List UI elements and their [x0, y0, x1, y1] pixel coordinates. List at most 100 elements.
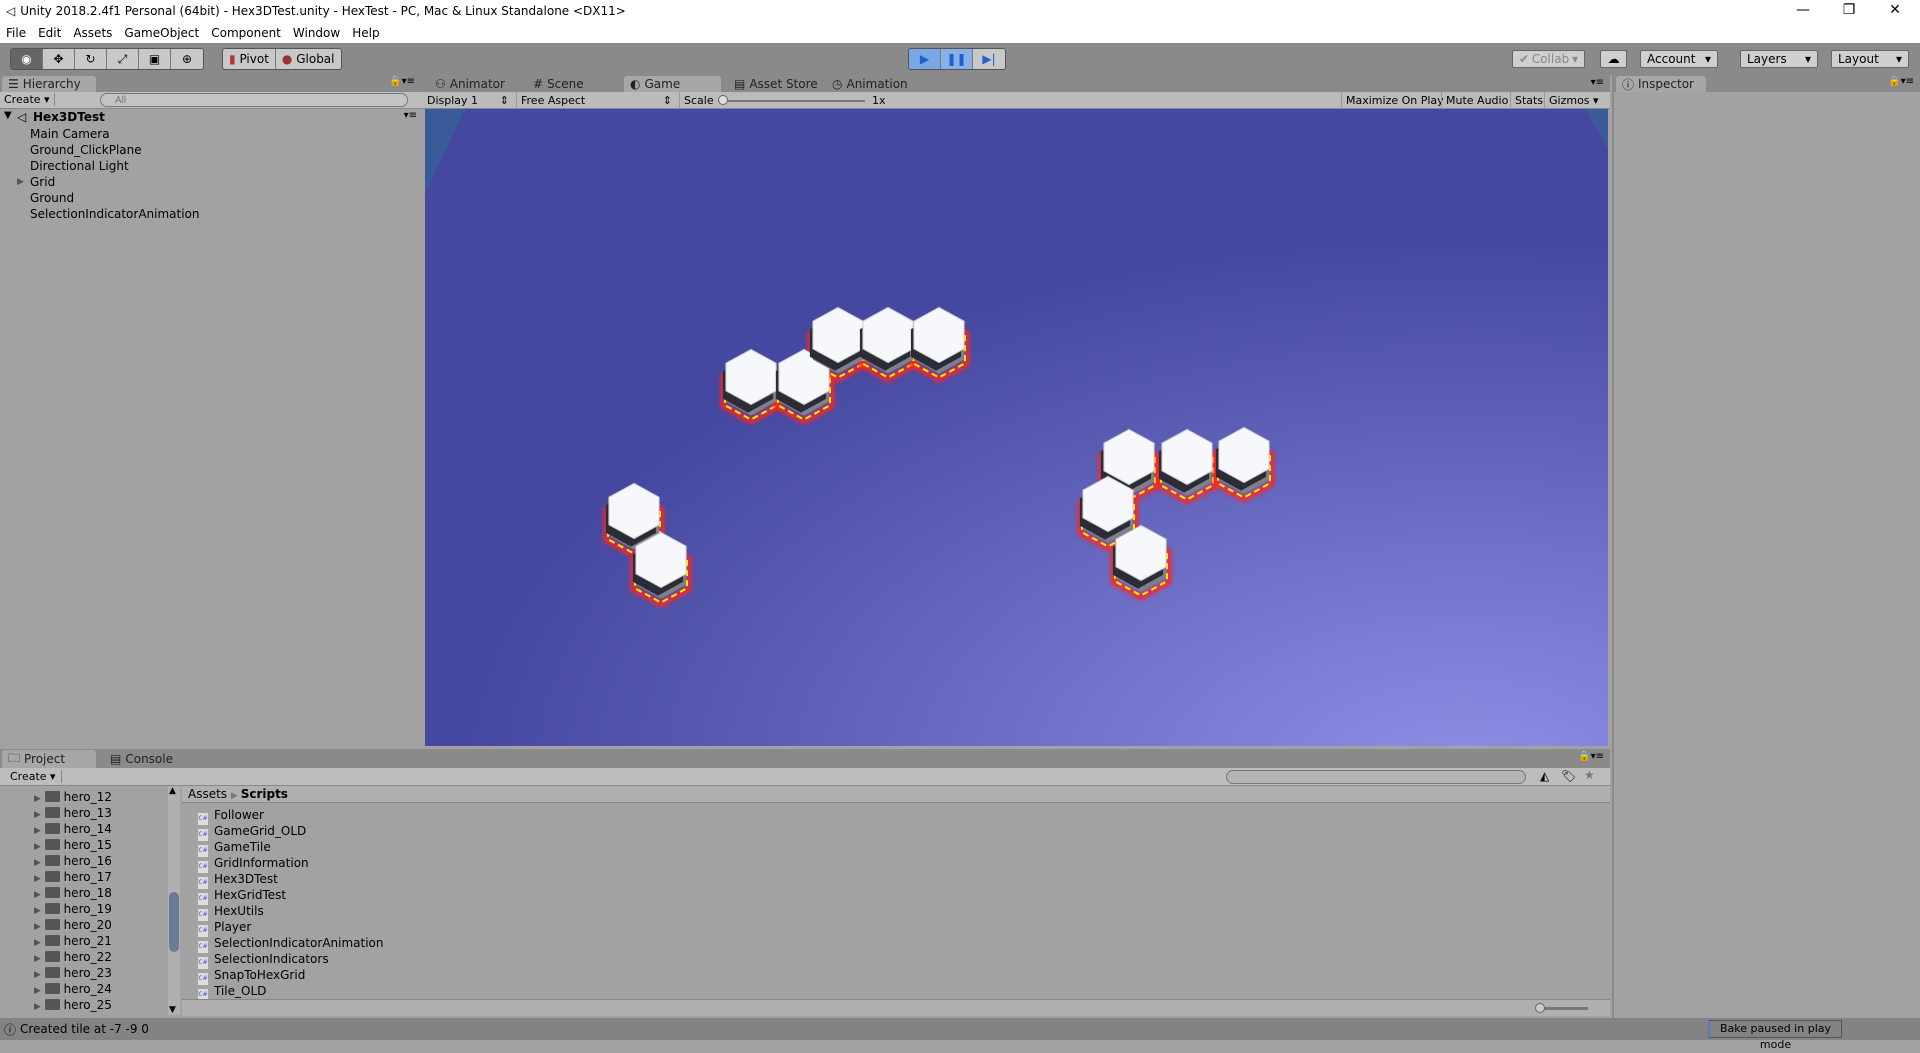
- panel-menu-icon[interactable]: 🔒▾≡: [389, 76, 415, 87]
- tab-inspector[interactable]: ⓘ Inspector: [1616, 76, 1706, 92]
- expand-arrow-icon[interactable]: ▶: [34, 810, 41, 820]
- tab-asset-store[interactable]: ▤ Asset Store: [728, 76, 824, 92]
- breadcrumb-assets[interactable]: Assets: [188, 787, 227, 801]
- folder-item[interactable]: ▶ hero_25: [34, 997, 112, 1013]
- file-item[interactable]: C# GameTile: [198, 839, 271, 857]
- game-viewport[interactable]: [425, 109, 1608, 746]
- expand-arrow-icon[interactable]: ▶: [17, 174, 24, 190]
- hierarchy-search-input[interactable]: [100, 93, 408, 107]
- expand-arrow-icon[interactable]: ▶: [34, 890, 41, 900]
- restore-button[interactable]: ❐: [1826, 0, 1872, 22]
- tab-animation[interactable]: ◷ Animation: [826, 76, 914, 92]
- hierarchy-item[interactable]: Ground: [30, 190, 74, 206]
- menu-assets[interactable]: Assets: [67, 26, 118, 40]
- mute-audio-toggle[interactable]: Mute Audio: [1441, 92, 1512, 109]
- file-item[interactable]: C# Tile_OLD: [198, 983, 266, 1001]
- create-dropdown[interactable]: Create ▾: [4, 93, 55, 106]
- expand-arrow-icon[interactable]: ▶: [34, 874, 41, 884]
- file-item[interactable]: C# Hex3DTest: [198, 871, 278, 889]
- folder-item[interactable]: ▶ hero_13: [34, 805, 112, 821]
- expand-arrow-icon[interactable]: ▶: [34, 954, 41, 964]
- pivot-button[interactable]: ▮ Pivot: [223, 49, 276, 69]
- panel-menu-icon[interactable]: 🔒▾≡: [1888, 76, 1914, 87]
- scene-menu-icon[interactable]: ▾≡: [404, 110, 417, 121]
- file-item[interactable]: C# SelectionIndicators: [198, 951, 329, 969]
- scale-slider-track[interactable]: [722, 100, 865, 102]
- tab-console[interactable]: ▤ Console: [104, 750, 179, 768]
- transform-tool-icon[interactable]: ⊕: [171, 49, 203, 69]
- menu-file[interactable]: File: [0, 26, 32, 40]
- expand-arrow-icon[interactable]: ▼: [4, 110, 12, 121]
- folder-item[interactable]: ▶ hero_24: [34, 981, 112, 997]
- create-dropdown[interactable]: Create ▾: [10, 770, 62, 783]
- breadcrumb-scripts[interactable]: Scripts: [241, 787, 288, 801]
- folder-scrollbar[interactable]: ▲ ▼: [168, 786, 180, 1015]
- display-dropdown[interactable]: Display 1 ⇕: [423, 92, 513, 109]
- file-item[interactable]: C# GridInformation: [198, 855, 309, 873]
- menu-gameobject[interactable]: GameObject: [118, 26, 205, 40]
- tab-project[interactable]: 🗀 Project: [2, 750, 96, 768]
- folder-item[interactable]: ▶ hero_14: [34, 821, 112, 837]
- aspect-dropdown[interactable]: Free Aspect ⇕: [516, 92, 676, 109]
- hierarchy-item[interactable]: Ground_ClickPlane: [30, 142, 142, 158]
- step-button[interactable]: ▶|: [973, 49, 1005, 69]
- status-message[interactable]: Created tile at -7 -9 0: [20, 1022, 149, 1036]
- layout-dropdown[interactable]: Layout ▾: [1831, 50, 1909, 68]
- menu-component[interactable]: Component: [205, 26, 287, 40]
- tab-animator[interactable]: ⚇ Animator: [429, 76, 511, 92]
- scene-header[interactable]: ▼ ◁ Hex3DTest ▾≡: [0, 109, 423, 126]
- folder-item[interactable]: ▶ hero_23: [34, 965, 112, 981]
- folder-item[interactable]: ▶ hero_16: [34, 853, 112, 869]
- collab-button[interactable]: ✔ Collab ▾: [1512, 50, 1585, 68]
- icon-size-slider-thumb[interactable]: [1535, 1003, 1545, 1013]
- gizmos-dropdown[interactable]: Gizmos ▾: [1544, 92, 1606, 109]
- rotate-tool-icon[interactable]: ↻: [75, 49, 107, 69]
- menu-help[interactable]: Help: [346, 26, 385, 40]
- hierarchy-item[interactable]: Main Camera: [30, 126, 110, 142]
- favorites-icon[interactable]: ★: [1584, 768, 1595, 782]
- cloud-button[interactable]: ☁: [1600, 50, 1627, 68]
- expand-arrow-icon[interactable]: ▶: [34, 858, 41, 868]
- panel-menu-icon[interactable]: 🔒▾≡: [1578, 751, 1604, 762]
- maximize-on-play-toggle[interactable]: Maximize On Play: [1341, 92, 1448, 109]
- play-button[interactable]: ▶: [909, 49, 941, 69]
- hierarchy-item[interactable]: ▶ Grid: [17, 174, 55, 190]
- icon-size-slider[interactable]: [1538, 1007, 1588, 1010]
- expand-arrow-icon[interactable]: ▶: [34, 938, 41, 948]
- minimize-button[interactable]: —: [1780, 0, 1826, 22]
- folder-item[interactable]: ▶ hero_15: [34, 837, 112, 853]
- scrollbar-thumb[interactable]: [169, 892, 179, 952]
- expand-arrow-icon[interactable]: ▶: [34, 906, 41, 916]
- account-dropdown[interactable]: Account ▾: [1640, 50, 1718, 68]
- folder-item[interactable]: ▶ hero_12: [34, 789, 112, 805]
- folder-item[interactable]: ▶ hero_21: [34, 933, 112, 949]
- folder-item[interactable]: ▶ hero_19: [34, 901, 112, 917]
- folder-item[interactable]: ▶ hero_17: [34, 869, 112, 885]
- filter-by-label-icon[interactable]: 🏷: [1561, 769, 1576, 783]
- expand-arrow-icon[interactable]: ▶: [34, 842, 41, 852]
- expand-arrow-icon[interactable]: ▶: [34, 1002, 41, 1012]
- file-item[interactable]: C# Follower: [198, 807, 264, 825]
- scale-slider[interactable]: Scale 1x: [679, 92, 886, 109]
- folder-item[interactable]: ▶ hero_20: [34, 917, 112, 933]
- folder-item[interactable]: ▶ hero_18: [34, 885, 112, 901]
- expand-arrow-icon[interactable]: ▶: [34, 826, 41, 836]
- file-item[interactable]: C# Player: [198, 919, 251, 937]
- expand-arrow-icon[interactable]: ▶: [34, 922, 41, 932]
- folder-item[interactable]: ▶ hero_22: [34, 949, 112, 965]
- close-button[interactable]: ✕: [1872, 0, 1918, 22]
- hand-tool-icon[interactable]: ◉: [11, 49, 43, 69]
- project-search-input[interactable]: [1226, 770, 1526, 784]
- file-item[interactable]: C# SelectionIndicatorAnimation: [198, 935, 384, 953]
- tab-scene[interactable]: # Scene: [527, 76, 590, 92]
- expand-arrow-icon[interactable]: ▶: [34, 986, 41, 996]
- filter-by-type-icon[interactable]: ◭: [1540, 769, 1549, 783]
- tab-game[interactable]: ◐ Game: [624, 76, 721, 92]
- layers-dropdown[interactable]: Layers ▾: [1740, 50, 1818, 68]
- stats-toggle[interactable]: Stats: [1510, 92, 1547, 109]
- file-item[interactable]: C# SnapToHexGrid: [198, 967, 305, 985]
- file-item[interactable]: C# GameGrid_OLD: [198, 823, 306, 841]
- rect-tool-icon[interactable]: ▣: [139, 49, 171, 69]
- expand-arrow-icon[interactable]: ▶: [34, 970, 41, 980]
- menu-window[interactable]: Window: [287, 26, 346, 40]
